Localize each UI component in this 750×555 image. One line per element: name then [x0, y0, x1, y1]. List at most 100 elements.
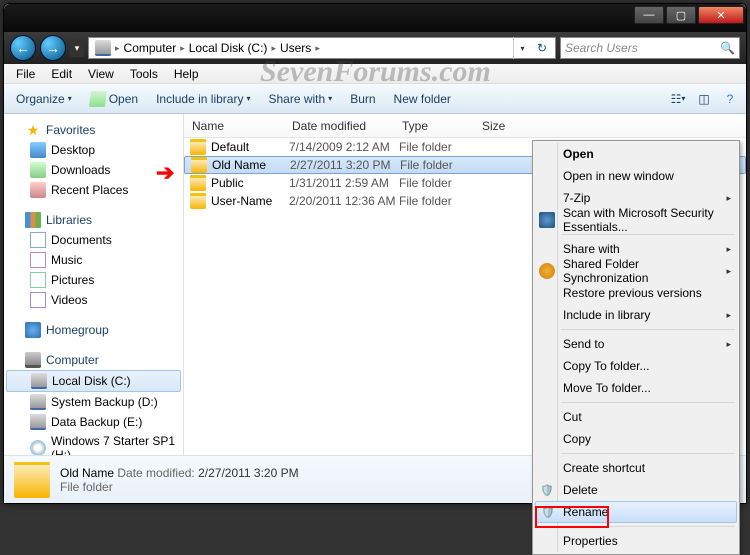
sidebar-item-desktop[interactable]: Desktop — [4, 140, 183, 160]
search-placeholder: Search Users — [565, 41, 638, 55]
downloads-icon — [30, 162, 46, 178]
address-bar[interactable]: ▸ Computer ▸ Local Disk (C:) ▸ Users ▸ ▾… — [88, 37, 556, 59]
search-icon: 🔍 — [720, 41, 735, 55]
annotation-arrow: ➔ — [156, 160, 174, 186]
ctx-create-shortcut[interactable]: Create shortcut — [535, 457, 737, 479]
row-name: Default — [211, 140, 289, 154]
details-mod-label: Date modified: — [117, 466, 194, 480]
col-type[interactable]: Type — [394, 119, 474, 133]
hdd-icon — [30, 394, 46, 410]
ctx-restore-previous[interactable]: Restore previous versions — [535, 282, 737, 304]
include-library-button[interactable]: Include in library▾ — [148, 88, 258, 110]
sidebar-favorites[interactable]: ★Favorites — [4, 120, 183, 140]
menubar: File Edit View Tools Help — [4, 64, 746, 84]
music-icon — [30, 252, 46, 268]
sidebar-libraries[interactable]: Libraries — [4, 210, 183, 230]
location-icon — [95, 40, 111, 56]
mse-icon — [539, 212, 555, 228]
view-options-button[interactable]: ☷ ▾ — [666, 88, 690, 110]
menu-file[interactable]: File — [8, 67, 43, 81]
folder-icon — [190, 139, 206, 155]
sidebar-computer[interactable]: Computer — [4, 350, 183, 370]
details-mod-value: 2/27/2011 3:20 PM — [198, 466, 299, 480]
open-button[interactable]: Open — [82, 87, 146, 111]
menu-edit[interactable]: Edit — [43, 67, 80, 81]
toolbar: Organize▾ Open Include in library▾ Share… — [4, 84, 746, 114]
preview-pane-button[interactable]: ◫ — [692, 88, 716, 110]
folder-icon — [190, 175, 206, 191]
hdd-icon — [31, 373, 47, 389]
help-button[interactable]: ? — [718, 88, 742, 110]
sidebar-item-documents[interactable]: Documents — [4, 230, 183, 250]
annotation-highlight-rename — [535, 506, 609, 528]
row-type: File folder — [399, 176, 479, 190]
context-menu: Open Open in new window 7-Zip▸ Scan with… — [532, 140, 740, 555]
folder-icon — [191, 157, 207, 173]
videos-icon — [30, 292, 46, 308]
sidebar-item-local-disk-c[interactable]: Local Disk (C:) — [6, 370, 181, 392]
sidebar-item-data-backup-e[interactable]: Data Backup (E:) — [4, 412, 183, 432]
burn-button[interactable]: Burn — [342, 88, 383, 110]
menu-help[interactable]: Help — [166, 67, 207, 81]
row-name: Old Name — [212, 158, 290, 172]
row-type: File folder — [400, 158, 480, 172]
menu-tools[interactable]: Tools — [122, 67, 166, 81]
titlebar: — ▢ ✕ — [4, 4, 746, 32]
row-type: File folder — [399, 194, 479, 208]
col-date[interactable]: Date modified — [284, 119, 394, 133]
ctx-cut[interactable]: Cut — [535, 406, 737, 428]
libraries-icon — [25, 212, 41, 228]
ctx-copy[interactable]: Copy — [535, 428, 737, 450]
sidebar-item-win7-starter-h[interactable]: Windows 7 Starter SP1 (H:) — [4, 432, 183, 455]
ctx-send-to[interactable]: Send to▸ — [535, 333, 737, 355]
row-date: 1/31/2011 2:59 AM — [289, 176, 399, 190]
refresh-button[interactable]: ↻ — [531, 37, 553, 59]
details-title: Old Name — [60, 466, 114, 480]
row-date: 7/14/2009 2:12 AM — [289, 140, 399, 154]
close-button[interactable]: ✕ — [698, 6, 744, 24]
computer-icon — [25, 352, 41, 368]
folder-icon — [14, 462, 50, 498]
row-type: File folder — [399, 140, 479, 154]
minimize-button[interactable]: — — [634, 6, 664, 24]
folder-icon — [190, 193, 206, 209]
ctx-shared-folder-sync[interactable]: Shared Folder Synchronization▸ — [535, 260, 737, 282]
sidebar-item-videos[interactable]: Videos — [4, 290, 183, 310]
menu-view[interactable]: View — [80, 67, 122, 81]
hdd-icon — [30, 414, 46, 430]
col-size[interactable]: Size — [474, 119, 534, 133]
ctx-scan-mse[interactable]: Scan with Microsoft Security Essentials.… — [535, 209, 737, 231]
address-dropdown[interactable]: ▾ — [513, 37, 531, 59]
share-with-button[interactable]: Share with▾ — [260, 88, 340, 110]
sidebar-item-system-backup-d[interactable]: System Backup (D:) — [4, 392, 183, 412]
ctx-include-library[interactable]: Include in library▸ — [535, 304, 737, 326]
search-input[interactable]: Search Users 🔍 — [560, 37, 740, 59]
ctx-open[interactable]: Open — [535, 143, 737, 165]
breadcrumb[interactable]: Computer — [120, 41, 181, 55]
nav-history-dropdown[interactable]: ▾ — [70, 39, 84, 57]
sidebar-item-music[interactable]: Music — [4, 250, 183, 270]
ctx-delete[interactable]: 🛡️Delete — [535, 479, 737, 501]
ctx-properties[interactable]: Properties — [535, 530, 737, 552]
homegroup-icon — [25, 322, 41, 338]
disc-icon — [30, 440, 46, 455]
col-name[interactable]: Name — [184, 119, 284, 133]
column-headers: Name Date modified Type Size — [184, 114, 746, 138]
breadcrumb[interactable]: Users — [276, 41, 315, 55]
back-button[interactable]: ← — [10, 35, 36, 61]
sync-icon — [539, 263, 555, 279]
chevron-right-icon[interactable]: ▸ — [315, 43, 320, 54]
ctx-move-to-folder[interactable]: Move To folder... — [535, 377, 737, 399]
sidebar-item-pictures[interactable]: Pictures — [4, 270, 183, 290]
sidebar-homegroup[interactable]: Homegroup — [4, 320, 183, 340]
new-folder-button[interactable]: New folder — [386, 88, 459, 110]
organize-button[interactable]: Organize▾ — [8, 88, 80, 110]
ctx-copy-to-folder[interactable]: Copy To folder... — [535, 355, 737, 377]
row-date: 2/20/2011 12:36 AM — [289, 194, 399, 208]
documents-icon — [30, 232, 46, 248]
row-name: Public — [211, 176, 289, 190]
forward-button[interactable]: → — [40, 35, 66, 61]
breadcrumb[interactable]: Local Disk (C:) — [185, 41, 272, 55]
ctx-open-new-window[interactable]: Open in new window — [535, 165, 737, 187]
maximize-button[interactable]: ▢ — [666, 6, 696, 24]
